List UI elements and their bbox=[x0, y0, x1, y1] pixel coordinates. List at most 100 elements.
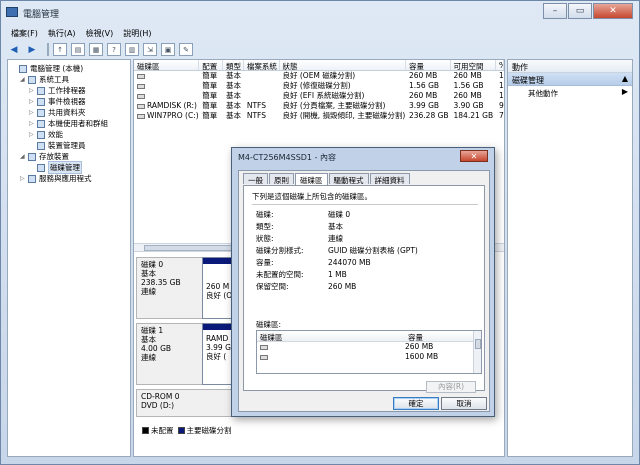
up-folder-icon[interactable]: ↑ bbox=[53, 42, 67, 56]
property-value: 1 MB bbox=[328, 270, 347, 279]
table-cell: 基本 bbox=[223, 101, 244, 111]
back-arrow-icon[interactable]: ◀ bbox=[7, 43, 21, 56]
maximize-button[interactable]: ▭ bbox=[568, 3, 592, 19]
menu-file[interactable]: 檔案(F) bbox=[7, 26, 44, 40]
property-row: 狀態: 連線 bbox=[256, 234, 343, 243]
tree-item-label: 電腦管理 (本機) bbox=[30, 64, 84, 73]
tree-item[interactable]: ◢ 系統工具 bbox=[20, 74, 69, 85]
dialog-tab[interactable]: 一般 bbox=[243, 173, 268, 185]
dialog-tab[interactable]: 磁碟區 bbox=[295, 173, 328, 185]
dialog-close-button[interactable]: ✕ bbox=[460, 150, 488, 162]
table-cell: NTFS bbox=[244, 101, 280, 111]
property-key: 未配置的空間: bbox=[256, 270, 304, 279]
console-tree-icon[interactable]: ▤ bbox=[71, 42, 85, 56]
tree-item[interactable]: ▷ 工作排程器 bbox=[29, 85, 86, 96]
dialog-body: 一般 原則 磁碟區 驅動程式 詳細資料 下列是這個磁碟上所包含的磁碟區。 磁碟: 磁碟 0… bbox=[238, 170, 490, 412]
table-cell: 3.99 GB bbox=[406, 101, 451, 111]
column-header[interactable]: % bbox=[496, 60, 505, 70]
dialog-volume-list[interactable]: 磁碟區 容量 260 MB 1600 MB bbox=[256, 330, 482, 374]
disk-1-partition[interactable]: RAMD 3.99 G 良好 ( bbox=[202, 323, 232, 385]
expand-arrow-icon[interactable]: ▷ bbox=[29, 131, 36, 138]
expand-arrow-icon[interactable]: ▷ bbox=[29, 98, 36, 105]
dialog-tab[interactable]: 驅動程式 bbox=[328, 173, 369, 185]
cdrom-0-info[interactable]: CD-ROM 0 DVD (D:) bbox=[136, 389, 234, 417]
cancel-button[interactable]: 取消 bbox=[441, 397, 487, 410]
menu-help[interactable]: 說明(H) bbox=[119, 26, 157, 40]
property-key: 容量: bbox=[256, 258, 274, 267]
expand-arrow-icon[interactable]: ◢ bbox=[20, 153, 27, 160]
computer-management-icon bbox=[6, 7, 18, 17]
drive-icon bbox=[260, 344, 268, 350]
rescan-icon[interactable]: ✎ bbox=[179, 42, 193, 56]
table-cell: 184.21 GB bbox=[451, 111, 497, 121]
cell-text: RAMDISK (R:) bbox=[147, 101, 197, 110]
forward-arrow-icon[interactable]: ▶ bbox=[25, 43, 39, 56]
disk-icon[interactable]: ▣ bbox=[161, 42, 175, 56]
column-header[interactable]: 配置 bbox=[199, 60, 224, 70]
disk-0-partition[interactable]: 260 M 良好 (O bbox=[202, 257, 232, 319]
cell-text: NTFS bbox=[246, 101, 266, 110]
expand-arrow-icon[interactable]: ▷ bbox=[29, 109, 36, 116]
show-hide-icon[interactable]: ▥ bbox=[125, 42, 139, 56]
table-row[interactable]: 簡單基本 良好 (修復磁碟分割) 1.56 GB 1.56 GB 10 bbox=[134, 81, 504, 91]
toolbar: ◀ ▶ ↑ ▤ ▦ ? ▥ ⇲ ▣ ✎ bbox=[7, 41, 633, 57]
properties-button[interactable]: 內容(R) bbox=[426, 381, 476, 393]
drive-icon bbox=[137, 93, 145, 99]
dialog-tab[interactable]: 原則 bbox=[269, 173, 294, 185]
dialog-volume-row[interactable]: 1600 MB bbox=[257, 352, 481, 362]
tree-item[interactable]: 磁碟管理 bbox=[29, 161, 82, 174]
legend: 未配置 主要磁碟分割 bbox=[138, 425, 232, 436]
column-header-volume[interactable]: 磁碟區 bbox=[257, 331, 405, 342]
table-row[interactable]: 簡單基本 良好 (OEM 磁碟分割) 260 MB 260 MB 10 bbox=[134, 71, 504, 81]
table-cell: RAMDISK (R:) bbox=[134, 101, 199, 111]
column-header[interactable]: 類型 bbox=[223, 60, 244, 70]
column-header[interactable]: 可用空間 bbox=[451, 60, 497, 70]
node-icon bbox=[19, 64, 27, 73]
property-key: 磁碟: bbox=[256, 210, 274, 219]
column-header[interactable]: 容量 bbox=[406, 60, 451, 70]
tree-item-label: 裝置管理員 bbox=[48, 141, 86, 150]
expand-arrow-icon[interactable]: ▷ bbox=[20, 175, 27, 182]
expand-arrow-icon[interactable]: ▷ bbox=[29, 120, 36, 127]
table-row[interactable]: RAMDISK (R:) 簡單 基本 NTFS 良好 (分頁檔案, 主要磁碟分割) 3.9… bbox=[134, 101, 504, 111]
column-header[interactable]: 磁碟區 bbox=[134, 60, 200, 70]
actions-section-disk-management[interactable]: 磁碟管理 ▲ bbox=[508, 73, 632, 86]
expand-arrow-icon[interactable]: ▷ bbox=[29, 87, 36, 94]
tree-item[interactable]: ▷ 本機使用者和群組 bbox=[29, 118, 108, 129]
close-button[interactable]: ✕ bbox=[593, 3, 633, 19]
tree-item-label: 事件檢視器 bbox=[48, 97, 86, 106]
table-cell: 78 bbox=[496, 111, 504, 121]
table-row[interactable]: WIN7PRO (C:) 簡單 基本 NTFS 良好 (開機, 損毀傾印, 主要磁碟分割… bbox=[134, 111, 504, 121]
node-icon bbox=[37, 130, 45, 139]
column-header[interactable]: 檔案系統 bbox=[244, 60, 280, 70]
table-cell: 260 MB bbox=[451, 71, 497, 81]
tree-item[interactable]: 裝置管理員 bbox=[29, 140, 86, 151]
menu-action[interactable]: 執行(A) bbox=[44, 26, 82, 40]
table-cell: 簡單 bbox=[199, 101, 223, 111]
cell-text: NTFS bbox=[246, 111, 266, 120]
properties-icon[interactable]: ▦ bbox=[89, 42, 103, 56]
expand-arrow-icon[interactable]: ◢ bbox=[20, 76, 27, 83]
minimize-button[interactable]: – bbox=[543, 3, 567, 19]
dialog-volume-row[interactable]: 260 MB bbox=[257, 342, 481, 352]
menu-view[interactable]: 檢視(V) bbox=[82, 26, 120, 40]
volume-list-header: 磁碟區配置類型檔案系統狀態容量可用空間% bbox=[134, 60, 505, 71]
dialog-tab[interactable]: 詳細資料 bbox=[369, 173, 410, 185]
more-actions-item[interactable]: 其他動作 ▶ bbox=[508, 86, 632, 98]
vertical-scrollbar[interactable] bbox=[473, 331, 481, 373]
export-icon[interactable]: ⇲ bbox=[143, 42, 157, 56]
cell-text: 10 bbox=[499, 81, 504, 90]
tree-item[interactable]: ▷ 服務與應用程式 bbox=[20, 173, 92, 184]
scrollbar-thumb[interactable] bbox=[475, 339, 481, 349]
column-header[interactable]: 狀態 bbox=[280, 60, 406, 70]
tree-item[interactable]: 電腦管理 (本機) bbox=[11, 63, 83, 74]
ok-button[interactable]: 確定 bbox=[393, 397, 439, 410]
tree-item[interactable]: ▷ 共用資料夾 bbox=[29, 107, 86, 118]
tree-item[interactable]: ▷ 效能 bbox=[29, 129, 63, 140]
property-key: 保留空間: bbox=[256, 282, 289, 291]
table-row[interactable]: 簡單基本 良好 (EFI 系統磁碟分割) 260 MB 260 MB 10 bbox=[134, 91, 504, 101]
column-header-capacity[interactable]: 容量 bbox=[405, 331, 465, 342]
tree-item[interactable]: ▷ 事件檢視器 bbox=[29, 96, 86, 107]
cell-text: 良好 (開機, 損毀傾印, 主要磁碟分割) bbox=[282, 111, 406, 120]
help-icon[interactable]: ? bbox=[107, 42, 121, 56]
